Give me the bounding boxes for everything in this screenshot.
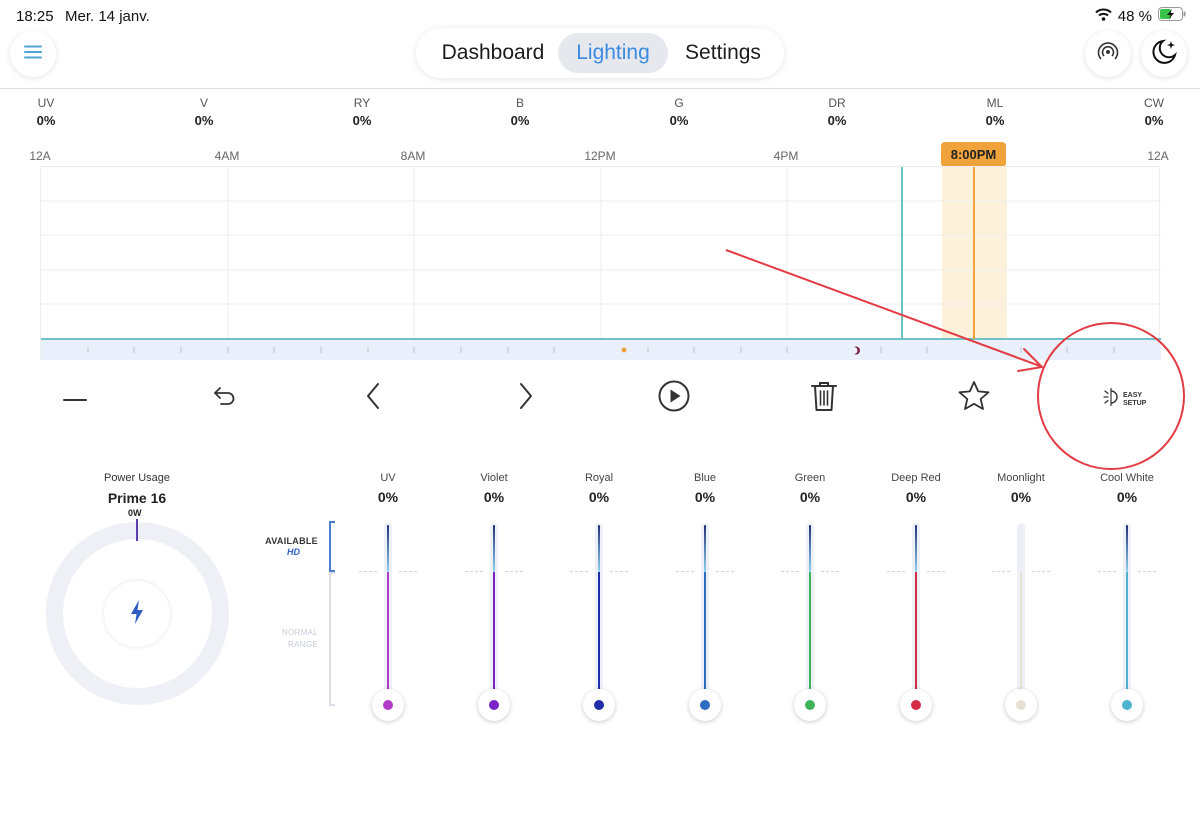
annotation-arrow [725, 249, 1043, 372]
